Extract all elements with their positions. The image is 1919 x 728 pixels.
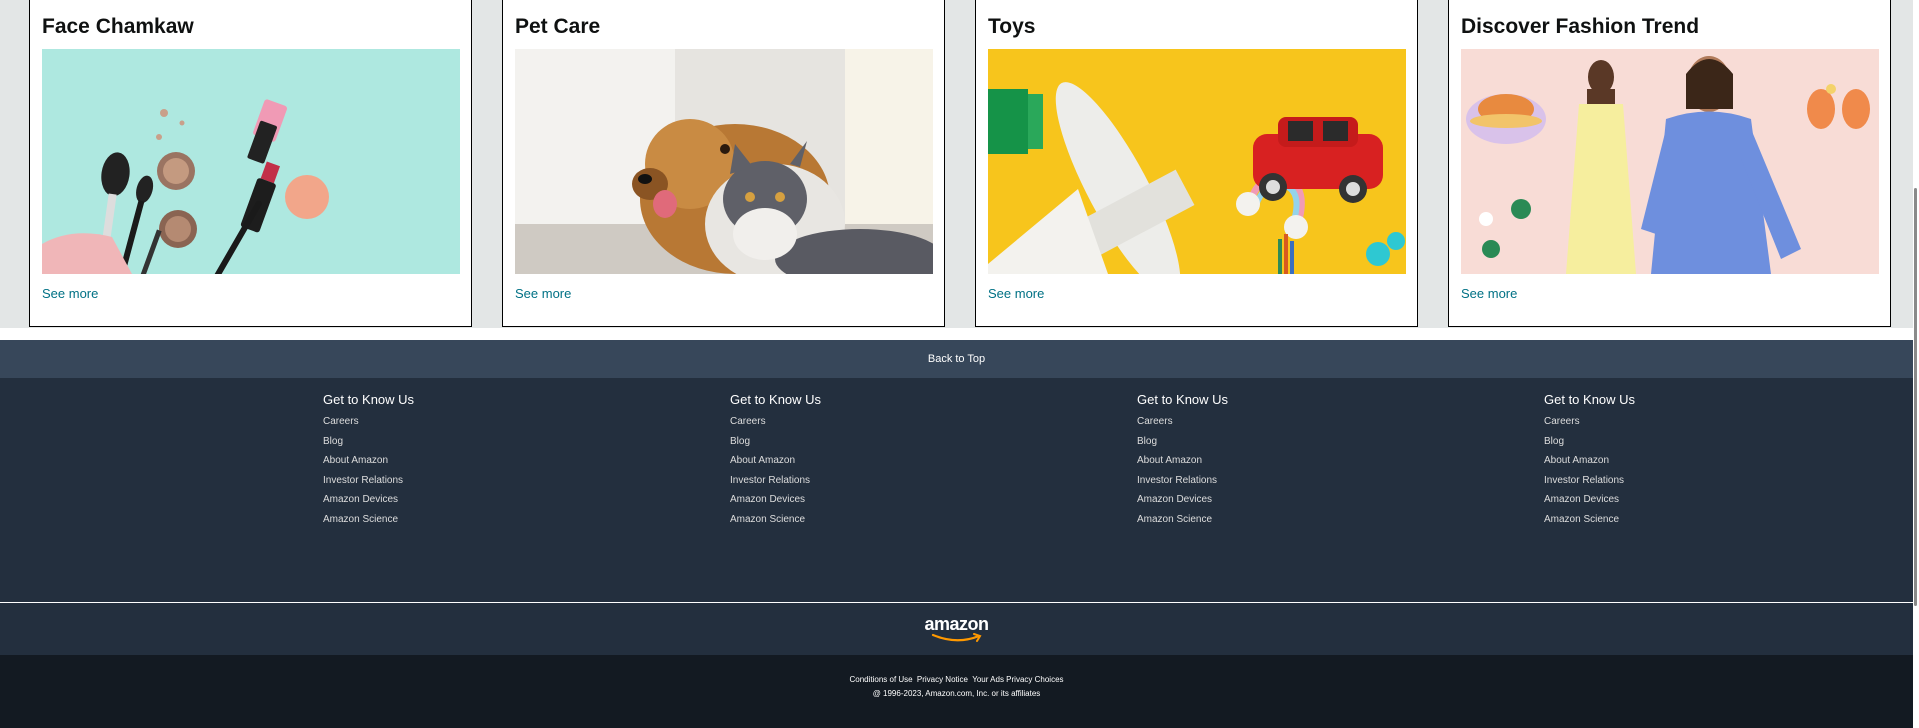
amazon-logo[interactable]: amazon	[925, 614, 989, 644]
footer-link-about-amazon[interactable]: About Amazon	[1137, 455, 1202, 466]
footer-link-blog[interactable]: Blog	[1137, 436, 1157, 447]
footer-link-investor-relations[interactable]: Investor Relations	[730, 475, 810, 486]
toys-image[interactable]	[988, 49, 1406, 274]
see-more-link[interactable]: See more	[515, 286, 571, 301]
footer-link-about-amazon[interactable]: About Amazon	[323, 455, 388, 466]
footer-logo-band: amazon	[0, 603, 1913, 655]
footer-link-amazon-science[interactable]: Amazon Science	[323, 514, 398, 525]
footer-link-careers[interactable]: Careers	[323, 416, 359, 427]
conditions-of-use-link[interactable]: Conditions of Use	[849, 675, 912, 684]
see-more-link[interactable]: See more	[1461, 286, 1517, 301]
footer-link-blog[interactable]: Blog	[1544, 436, 1564, 447]
footer-link-amazon-devices[interactable]: Amazon Devices	[1544, 494, 1619, 505]
footer-column: Get to Know Us Careers Blog About Amazon…	[1137, 392, 1228, 528]
card-title: Discover Fashion Trend	[1461, 15, 1700, 38]
footer-link-investor-relations[interactable]: Investor Relations	[323, 475, 403, 486]
card-discover-fashion-trend: Discover Fashion Trend See more	[1448, 0, 1891, 327]
footer-column: Get to Know Us Careers Blog About Amazon…	[323, 392, 414, 528]
page-scrollbar[interactable]	[1913, 0, 1919, 728]
card-face-chamkaw: Face Chamkaw See more	[29, 0, 472, 327]
footer-link-careers[interactable]: Careers	[730, 416, 766, 427]
footer-link-amazon-science[interactable]: Amazon Science	[730, 514, 805, 525]
footer-nav: Get to Know Us Careers Blog About Amazon…	[0, 378, 1913, 602]
amazon-smile-icon	[931, 633, 981, 642]
footer-link-investor-relations[interactable]: Investor Relations	[1544, 475, 1624, 486]
see-more-link[interactable]: See more	[42, 286, 98, 301]
footer-link-about-amazon[interactable]: About Amazon	[730, 455, 795, 466]
footer-link-amazon-science[interactable]: Amazon Science	[1544, 514, 1619, 525]
card-title: Face Chamkaw	[42, 15, 194, 38]
footer-link-amazon-devices[interactable]: Amazon Devices	[323, 494, 398, 505]
content-bottom-strip	[0, 328, 1913, 340]
footer-link-investor-relations[interactable]: Investor Relations	[1137, 475, 1217, 486]
privacy-notice-link[interactable]: Privacy Notice	[917, 675, 968, 684]
footer-legal-bar: Conditions of Use Privacy Notice Your Ad…	[0, 655, 1913, 728]
footer-column: Get to Know Us Careers Blog About Amazon…	[1544, 392, 1635, 528]
footer-link-amazon-devices[interactable]: Amazon Devices	[730, 494, 805, 505]
scrollbar-thumb[interactable]	[1914, 188, 1917, 606]
footer-column-title: Get to Know Us	[730, 392, 822, 407]
footer-link-amazon-science[interactable]: Amazon Science	[1137, 514, 1212, 525]
makeup-products-image[interactable]	[42, 49, 460, 274]
fashion-models-image[interactable]	[1461, 49, 1879, 274]
amazon-logo-text: amazon	[924, 614, 990, 634]
legal-links: Conditions of Use Privacy Notice Your Ad…	[0, 675, 1913, 684]
card-title: Toys	[988, 15, 1036, 38]
footer-column-title: Get to Know Us	[1137, 392, 1229, 407]
footer-link-blog[interactable]: Blog	[323, 436, 343, 447]
footer-link-careers[interactable]: Careers	[1544, 416, 1580, 427]
footer-column-title: Get to Know Us	[1544, 392, 1636, 407]
footer-link-amazon-devices[interactable]: Amazon Devices	[1137, 494, 1212, 505]
footer-link-blog[interactable]: Blog	[730, 436, 750, 447]
card-title: Pet Care	[515, 15, 601, 38]
copyright-text: @ 1996-2023, Amazon.com, Inc. or its aff…	[872, 689, 1041, 698]
back-to-top-button[interactable]: Back to Top	[0, 340, 1913, 378]
see-more-link[interactable]: See more	[988, 286, 1044, 301]
dog-and-cat-image[interactable]	[515, 49, 933, 274]
footer-column: Get to Know Us Careers Blog About Amazon…	[730, 392, 821, 528]
ads-privacy-choices-link[interactable]: Your Ads Privacy Choices	[972, 675, 1063, 684]
footer-column-title: Get to Know Us	[323, 392, 415, 407]
footer-link-about-amazon[interactable]: About Amazon	[1544, 455, 1609, 466]
card-toys: Toys See more	[975, 0, 1418, 327]
card-pet-care: Pet Care See more	[502, 0, 945, 327]
footer-link-careers[interactable]: Careers	[1137, 416, 1173, 427]
